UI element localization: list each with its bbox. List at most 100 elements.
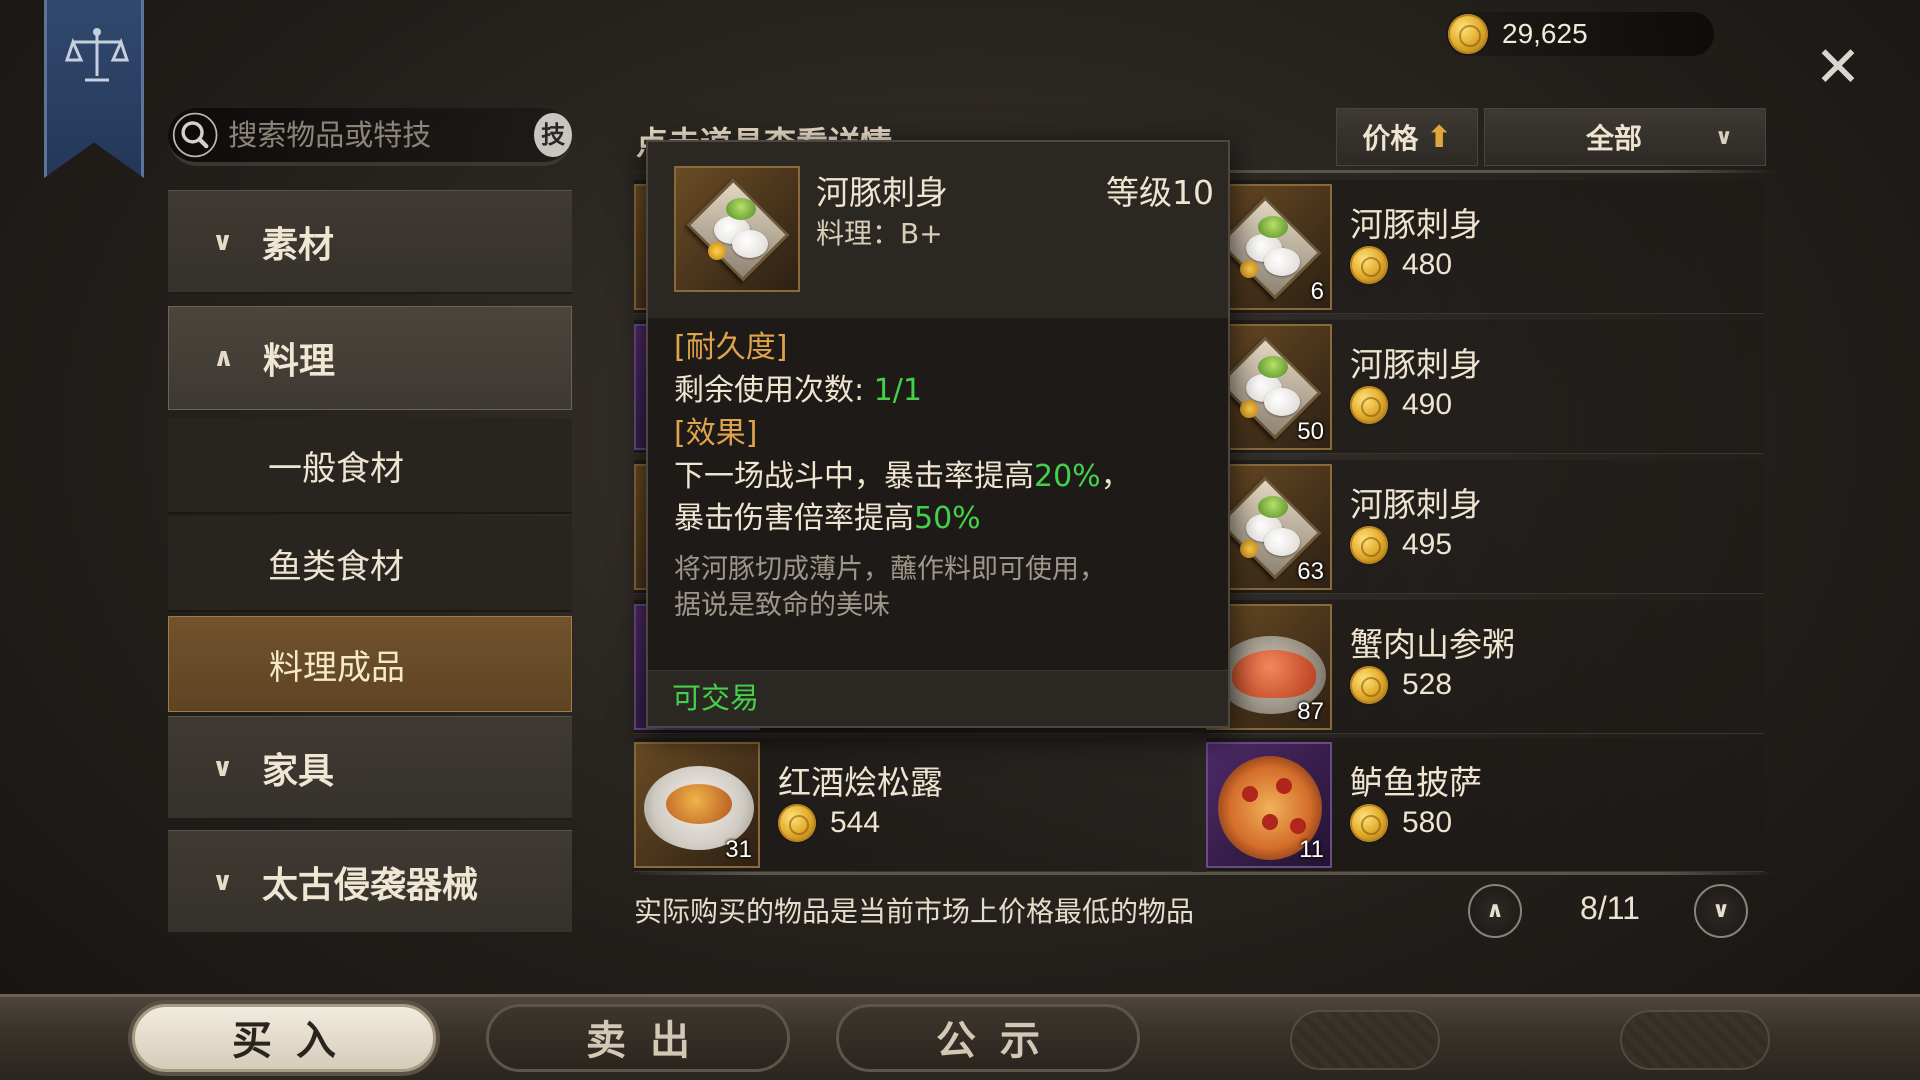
gold-amount: 29,625 [1502, 18, 1588, 49]
chevron-down-icon: ∨ [1715, 124, 1733, 150]
effect-crit-damage: 50% [914, 501, 981, 536]
tab-label: 卖出 [586, 1017, 714, 1064]
effect-line-2: 暴击伤害倍率提高50% [674, 498, 1214, 540]
tooltip-item-name: 河豚刺身 [816, 173, 948, 212]
chevron-up-icon: ∧ [1486, 898, 1504, 923]
item-icon: 11 [1206, 742, 1332, 868]
item-price: 528 [1350, 666, 1452, 704]
item-price: 495 [1350, 526, 1452, 564]
item-price-value: 480 [1402, 248, 1453, 281]
effect-header: [效果] [674, 416, 758, 451]
item-card[interactable]: 50 河豚刺身 490 [1206, 320, 1764, 454]
remaining-uses-label: 剩余使用次数: [674, 373, 874, 408]
item-price: 544 [778, 804, 880, 842]
remaining-uses-value: 1/1 [873, 373, 922, 408]
divider [628, 872, 1778, 875]
item-price-value: 495 [1402, 528, 1453, 561]
category-cooking[interactable]: ∧ 料理 [168, 306, 572, 410]
item-icon: 31 [634, 742, 760, 868]
sort-price-button[interactable]: 价格 ⬆ [1336, 108, 1478, 166]
subcategory-label: 料理成品 [269, 647, 405, 688]
effect-line-1: 下一场战斗中，暴击率提高20%， [674, 456, 1214, 498]
item-price: 480 [1350, 246, 1452, 284]
gold-balance: 29,625 [1446, 12, 1714, 56]
item-card[interactable]: 6 河豚刺身 480 [1206, 180, 1764, 314]
page-up-button[interactable]: ∧ [1468, 884, 1522, 938]
purchase-notice: 实际购买的物品是当前市场上价格最低的物品 [634, 895, 1195, 928]
effect-text: 下一场战斗中，暴击率提高 [674, 459, 1034, 494]
item-name: 蟹肉山参粥 [1350, 625, 1515, 664]
effect-text: ， [1100, 459, 1131, 494]
description-line: 据说是致命的美味 [674, 590, 890, 621]
item-quantity: 87 [1297, 698, 1324, 725]
search-icon [172, 112, 218, 158]
item-price-value: 528 [1402, 668, 1453, 701]
coin-icon [1350, 804, 1388, 842]
category-label: 家具 [262, 750, 335, 792]
description-line: 将河豚切成薄片，蘸作料即可使用， [674, 554, 1106, 585]
close-icon: ✕ [1814, 35, 1862, 100]
item-price-value: 580 [1402, 806, 1453, 839]
tradable-status: 可交易 [648, 670, 1228, 726]
subcategory-label: 鱼类食材 [268, 546, 404, 587]
subcategory-fish-ingredients[interactable]: 鱼类食材 [168, 516, 572, 612]
item-card[interactable]: 87 蟹肉山参粥 528 [1206, 600, 1764, 734]
item-name: 河豚刺身 [1350, 485, 1482, 524]
category-label: 料理 [263, 341, 336, 382]
filter-select[interactable]: 全部 ∨ [1484, 108, 1766, 166]
tooltip-body: [耐久度] 剩余使用次数: 1/1 [效果] 下一场战斗中，暴击率提高20%， … [674, 326, 1214, 624]
item-quantity: 11 [1299, 836, 1324, 863]
category-ancient-invasion-equipment[interactable]: ∨ 太古侵袭器械 [168, 830, 572, 934]
item-price: 490 [1350, 386, 1452, 424]
category-label: 素材 [262, 224, 335, 266]
chevron-down-icon: ∨ [212, 866, 234, 897]
tab-sell[interactable]: 卖出 [486, 1004, 790, 1072]
item-card[interactable]: 31 红酒烩松露 544 [634, 738, 1192, 872]
remaining-uses: 剩余使用次数: 1/1 [674, 370, 1214, 412]
item-card[interactable]: 63 河豚刺身 495 [1206, 460, 1764, 594]
tooltip-item-level: 等级10 [1106, 173, 1214, 212]
effect-text: 暴击伤害倍率提高 [674, 501, 914, 536]
search-input[interactable] [228, 118, 509, 152]
tab-announcement[interactable]: 公示 [836, 1004, 1140, 1072]
category-materials[interactable]: ∨ 素材 [168, 190, 572, 294]
item-tooltip: 河豚刺身 等级10 料理：B+ [耐久度] 剩余使用次数: 1/1 [效果] 下… [646, 140, 1230, 728]
coin-icon [1448, 14, 1488, 54]
effect-crit-rate: 20% [1034, 459, 1101, 494]
chevron-up-icon: ∧ [213, 343, 235, 373]
chevron-down-icon: ∨ [212, 752, 234, 783]
durability-header: [耐久度] [674, 330, 788, 365]
tab-label: 公示 [936, 1017, 1064, 1064]
arrow-up-icon: ⬆ [1426, 119, 1452, 155]
tooltip-item-grade: 料理：B+ [816, 217, 943, 250]
subcategory-general-ingredients[interactable]: 一般食材 [168, 418, 572, 514]
item-quantity: 31 [725, 836, 752, 863]
subcategory-finished-dishes[interactable]: 料理成品 [168, 616, 572, 712]
close-button[interactable]: ✕ [1810, 40, 1866, 96]
item-price-value: 490 [1402, 388, 1453, 421]
tab-buy[interactable]: 买入 [132, 1004, 436, 1072]
search-bar: 技 [168, 108, 572, 166]
item-price-value: 544 [830, 806, 881, 839]
skill-search-button[interactable]: 技 [534, 113, 572, 157]
item-name: 河豚刺身 [1350, 345, 1482, 384]
page-indicator: 8/11 [1580, 890, 1640, 926]
category-label: 太古侵袭器械 [262, 864, 479, 906]
coin-icon [778, 804, 816, 842]
item-price: 580 [1350, 804, 1452, 842]
filter-value: 全部 [1585, 122, 1642, 155]
sort-label: 价格 [1362, 122, 1419, 155]
item-name: 河豚刺身 [1350, 205, 1482, 244]
item-card[interactable]: 11 鲈鱼披萨 580 [1206, 738, 1764, 872]
coin-icon [1350, 386, 1388, 424]
item-quantity: 50 [1297, 418, 1324, 445]
category-furniture[interactable]: ∨ 家具 [168, 716, 572, 820]
coin-icon [1350, 666, 1388, 704]
item-icon [674, 166, 800, 292]
page-down-button[interactable]: ∨ [1694, 884, 1748, 938]
item-quantity: 63 [1297, 558, 1324, 585]
coin-icon [1350, 526, 1388, 564]
item-description: 将河豚切成薄片，蘸作料即可使用， 据说是致命的美味 [674, 552, 1214, 624]
tab-label: 买入 [232, 1017, 360, 1064]
coin-icon [1350, 246, 1388, 284]
